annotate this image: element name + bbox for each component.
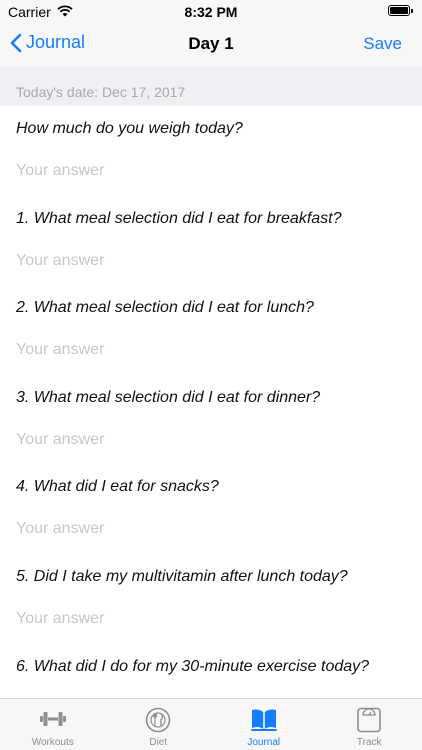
question-row: 6. What did I do for my 30-minute exerci… <box>0 644 422 698</box>
answer-field[interactable] <box>16 251 406 270</box>
save-button[interactable]: Save <box>363 34 402 54</box>
tab-label: Journal <box>247 737 281 748</box>
date-section-header: Today's date: Dec 17, 2017 <box>0 66 422 106</box>
question-row: How much do you weigh today? <box>0 106 422 196</box>
question-row: 5. Did I take my multivitamin after lunc… <box>0 554 422 644</box>
answer-field[interactable] <box>16 341 406 360</box>
status-time: 8:32 PM <box>184 4 238 20</box>
tab-label: Diet <box>149 737 168 748</box>
status-bar: Carrier 8:32 PM <box>0 0 422 24</box>
question-row: 3. What meal selection did I eat for din… <box>0 375 422 465</box>
question-label: 1. What meal selection did I eat for bre… <box>16 209 342 227</box>
tab-workouts[interactable]: Workouts <box>0 699 106 750</box>
question-row: 1. What meal selection did I eat for bre… <box>0 196 422 286</box>
tab-diet[interactable]: Diet <box>106 699 212 750</box>
battery-icon <box>388 5 414 17</box>
question-label: 5. Did I take my multivitamin after lunc… <box>16 567 348 585</box>
tab-bar: Workouts Diet Journal Track <box>0 698 422 750</box>
question-label: 3. What meal selection did I eat for din… <box>16 388 321 406</box>
date-label: Today's date: Dec 17, 2017 <box>16 84 186 100</box>
question-row: 4. What did I eat for snacks? <box>0 464 422 554</box>
page-title: Day 1 <box>188 34 234 53</box>
tab-label: Track <box>356 737 382 748</box>
question-row: 2. What meal selection did I eat for lun… <box>0 285 422 375</box>
tab-journal[interactable]: Journal <box>211 699 317 750</box>
question-label: 6. What did I do for my 30-minute exerci… <box>16 657 370 675</box>
question-label: 2. What meal selection did I eat for lun… <box>16 299 314 317</box>
question-label: 4. What did I eat for snacks? <box>16 478 219 496</box>
answer-field[interactable] <box>16 430 406 449</box>
dumbbell-icon <box>39 712 66 726</box>
tab-label: Workouts <box>31 737 74 748</box>
book-icon <box>250 709 277 731</box>
question-label: How much do you weigh today? <box>16 120 243 137</box>
navigation-bar: Journal Day 1 Save <box>0 24 422 66</box>
scale-icon <box>357 707 382 733</box>
tab-track[interactable]: Track <box>317 699 422 750</box>
answer-field[interactable] <box>16 520 406 539</box>
answer-field[interactable] <box>16 609 406 628</box>
answer-field[interactable] <box>16 162 406 180</box>
journal-form: How much do you weigh today? 1. What mea… <box>0 106 422 698</box>
plate-utensils-icon <box>145 707 171 733</box>
